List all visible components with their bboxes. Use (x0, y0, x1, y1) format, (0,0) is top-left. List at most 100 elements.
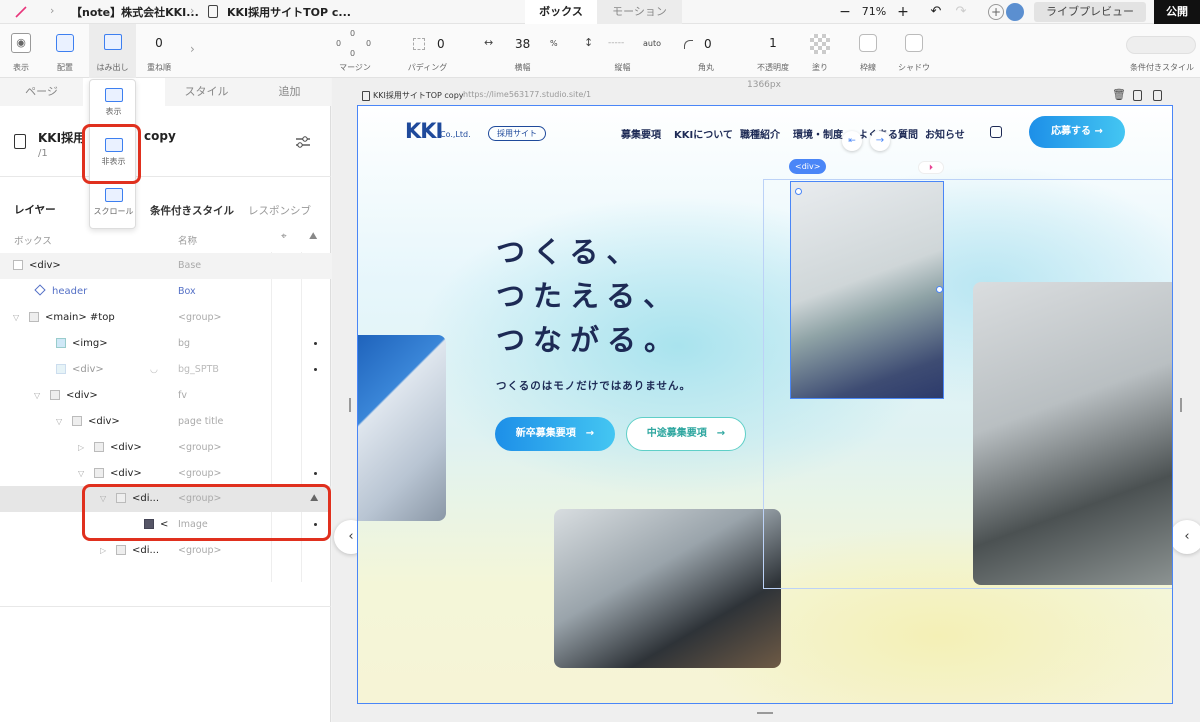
breadcrumb-project[interactable]: 【note】株式会社KKI... (71, 4, 199, 20)
overflow-option-show[interactable]: 表示 (90, 88, 137, 117)
overflow-option-scroll[interactable]: スクロール (90, 188, 137, 217)
zoom-level[interactable]: 71% (858, 0, 890, 24)
tab-box[interactable]: ボックス (525, 0, 597, 24)
overflow-tool[interactable]: はみ出し (89, 24, 136, 78)
frame-url[interactable]: https://lime563177.studio.site/1 (463, 90, 591, 99)
tab-style[interactable]: スタイル (165, 78, 248, 106)
height-tool[interactable]: ↕ ----- auto 縦幅 (580, 24, 665, 78)
studio-logo-icon[interactable] (14, 5, 28, 19)
layer-row[interactable]: ▷ <div> <group> (0, 435, 331, 461)
chevron-down-icon[interactable]: ▽ (34, 383, 44, 409)
resize-handle-bottom[interactable] (757, 712, 773, 714)
margin-right-value[interactable]: 0 (366, 39, 371, 48)
site-preview-frame[interactable]: KKI Co.,Ltd. 採用サイト 募集要項 KKIについて 職種紹介 環境・… (357, 105, 1173, 704)
zorder-tool[interactable]: 0 重ね順 (140, 24, 178, 78)
duplicate-icon[interactable] (1133, 90, 1142, 101)
resize-handle[interactable] (936, 286, 943, 293)
chevron-down-icon[interactable]: ▽ (78, 461, 88, 487)
new-grad-button[interactable]: 新卒募集要項 → (495, 417, 615, 451)
hidden-eye-icon[interactable]: ◡ (150, 357, 158, 383)
conditional-section-tab[interactable]: 条件付きスタイル (150, 203, 234, 218)
layout-tool[interactable]: 配置 (48, 24, 82, 78)
width-value[interactable]: 38 (515, 37, 530, 51)
pin-icon[interactable]: ⌖ (281, 231, 287, 242)
responsive-section-tab[interactable]: レスポンシブ (248, 203, 311, 218)
opacity-tool[interactable]: 1 不透明度 (748, 24, 798, 78)
mid-career-button[interactable]: 中途募集要項 → (626, 417, 746, 451)
padding-value[interactable]: 0 (437, 37, 445, 51)
fill-tool[interactable]: 塗り (800, 24, 840, 78)
shadow-label: シャドウ (898, 63, 930, 72)
add-page-icon[interactable] (1153, 90, 1162, 101)
trash-icon[interactable]: 🗑 (1112, 88, 1126, 101)
add-collaborator-icon[interactable]: + (988, 4, 1004, 20)
chevron-down-icon[interactable]: ▽ (13, 305, 23, 331)
shadow-tool[interactable]: シャドウ (893, 24, 935, 78)
instagram-icon[interactable] (990, 126, 1002, 138)
nav-link[interactable]: 環境・制度 (793, 126, 843, 141)
page-title-suffix[interactable]: copy (144, 129, 176, 143)
margin-tool[interactable]: 0 0 0 0 マージン (330, 24, 380, 78)
radius-value[interactable]: 0 (704, 37, 712, 51)
apply-button[interactable]: 応募する → (1029, 116, 1125, 148)
zoom-in-button[interactable]: + (896, 0, 910, 24)
zoom-out-button[interactable]: − (838, 0, 852, 24)
layer-row[interactable]: ▷ <di... <group> (0, 538, 331, 564)
settings-sliders-icon[interactable] (295, 134, 311, 148)
building-photo[interactable] (358, 335, 446, 521)
selected-element-outline[interactable] (790, 181, 944, 399)
conditional-toggle[interactable] (1126, 36, 1196, 54)
margin-bottom-value[interactable]: 0 (350, 49, 355, 58)
move-handle-icon[interactable]: ⇤ (842, 131, 862, 151)
resize-handle-left[interactable] (349, 398, 351, 412)
height-value[interactable]: ----- (608, 38, 624, 48)
layer-row[interactable]: <div> ◡ bg_SPTB (0, 357, 331, 383)
width-tool[interactable]: ↔ 38 % 横幅 (480, 24, 565, 78)
tab-page[interactable]: ページ (0, 78, 83, 106)
undo-icon[interactable]: ↶ (928, 0, 944, 24)
redo-icon[interactable]: ↷ (953, 0, 969, 24)
resize-handle[interactable] (795, 188, 802, 195)
layer-row[interactable]: ▽ <div> page title (0, 409, 331, 435)
page-title[interactable]: KKI採用 (38, 129, 85, 146)
frame-title[interactable]: KKI採用サイトTOP copy (373, 90, 464, 101)
avatar[interactable] (1006, 3, 1024, 21)
chevron-right-icon[interactable]: › (190, 42, 195, 56)
responsive-icon[interactable]: ⛰ (309, 231, 317, 242)
height-unit[interactable]: auto (643, 39, 661, 48)
publish-button[interactable]: 公開 (1154, 0, 1200, 24)
nav-link[interactable]: 募集要項 (621, 126, 661, 141)
border-tool[interactable]: 枠線 (848, 24, 888, 78)
nav-link[interactable]: お知らせ (925, 126, 965, 141)
breadcrumb-page[interactable]: KKI採用サイトTOP c... (227, 4, 351, 20)
layer-row[interactable]: <img> bg (0, 331, 331, 357)
layer-row[interactable]: header Box (0, 279, 331, 305)
nav-link[interactable]: KKIについて (674, 126, 733, 141)
margin-top-value[interactable]: 0 (350, 29, 355, 38)
chevron-right-icon[interactable]: ▷ (100, 538, 110, 564)
padding-tool[interactable]: 0 パディング (395, 24, 460, 78)
margin-left-value[interactable]: 0 (336, 39, 341, 48)
layer-row[interactable]: ▽ <main> #top <group> (0, 305, 331, 331)
opacity-value[interactable]: 1 (748, 36, 798, 50)
chevron-right-icon[interactable]: ▷ (78, 435, 88, 461)
layer-row[interactable]: ▽ <div> fv (0, 383, 331, 409)
tab-add[interactable]: 追加 (248, 78, 331, 106)
checkbox-icon[interactable] (13, 260, 23, 270)
layer-row[interactable]: <div> Base (0, 253, 331, 279)
display-tool[interactable]: ◉ 表示 (4, 24, 38, 78)
layer-section-title[interactable]: レイヤー (14, 202, 56, 217)
chevron-down-icon[interactable]: ▽ (56, 409, 66, 435)
arrow-right-icon[interactable]: → (870, 131, 890, 151)
office-photo-meeting[interactable] (554, 509, 781, 668)
next-arrow-button[interactable]: ‹ (1170, 520, 1200, 554)
resize-handle-right[interactable] (1180, 398, 1182, 412)
live-preview-button[interactable]: ライブプレビュー (1034, 2, 1146, 22)
site-logo[interactable]: KKI (405, 119, 443, 143)
width-unit[interactable]: % (550, 39, 558, 48)
tab-motion[interactable]: モーション (597, 0, 682, 24)
animation-badge-icon[interactable]: ⏵ (918, 161, 944, 174)
nav-link[interactable]: 職種紹介 (740, 126, 780, 141)
conditional-style-tool[interactable]: 条件付きスタイル (1124, 24, 1200, 78)
radius-tool[interactable]: 0 角丸 (678, 24, 734, 78)
